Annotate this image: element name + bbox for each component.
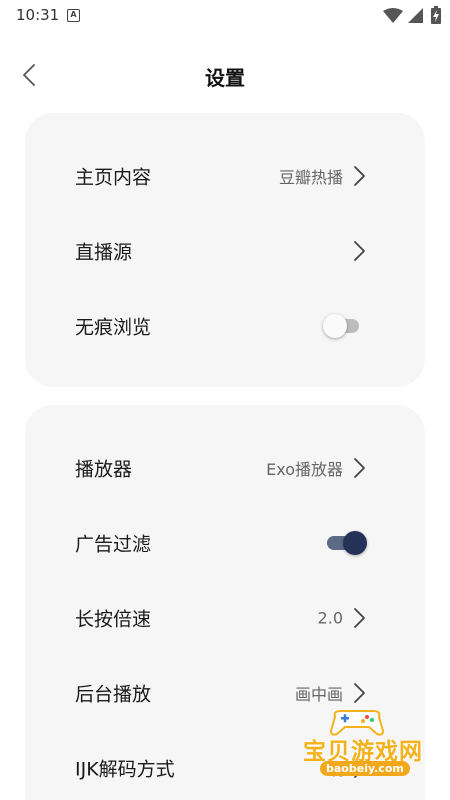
row-label: 播放器 — [75, 458, 133, 480]
status-bar: 10:31 A — [0, 0, 450, 32]
ad-filter-toggle[interactable] — [323, 529, 367, 557]
chevron-right-icon — [354, 607, 365, 628]
settings-card-general: 主页内容 豆瓣热播 直播源 无痕浏览 — [25, 113, 425, 387]
row-label: 后台播放 — [75, 683, 152, 705]
signal-icon — [408, 8, 423, 23]
toggle-knob — [323, 313, 347, 338]
row-value: 画中画 — [294, 684, 343, 704]
battery-charging-icon — [431, 6, 441, 24]
row-label: 长按倍速 — [75, 608, 152, 630]
row-long-press-speed[interactable]: 长按倍速 2.0 — [25, 580, 425, 655]
watermark: 宝贝游戏网 baobeiy.com — [303, 705, 425, 785]
notification-icon: A — [67, 9, 80, 22]
row-player[interactable]: 播放器 Exo播放器 — [25, 430, 425, 505]
row-live-source[interactable]: 直播源 — [25, 213, 425, 288]
row-label: 主页内容 — [75, 166, 152, 188]
wifi-icon — [383, 8, 403, 23]
row-value: 豆瓣热播 — [278, 167, 343, 187]
row-label: 广告过滤 — [75, 533, 152, 555]
chevron-right-icon — [354, 165, 365, 186]
page-title: 设置 — [205, 66, 245, 90]
chevron-right-icon — [354, 240, 365, 261]
chevron-right-icon — [354, 457, 365, 478]
row-home-content[interactable]: 主页内容 豆瓣热播 — [25, 138, 425, 213]
header: 设置 — [0, 50, 450, 100]
incognito-toggle[interactable] — [323, 312, 363, 340]
row-label: 直播源 — [75, 241, 133, 263]
row-incognito: 无痕浏览 — [25, 288, 425, 363]
row-value: Exo播放器 — [266, 459, 343, 479]
status-time: 10:31 — [16, 6, 60, 24]
chevron-right-icon — [354, 682, 365, 703]
toggle-knob — [343, 530, 367, 555]
row-value: 2.0 — [317, 608, 343, 627]
row-ad-filter: 广告过滤 — [25, 505, 425, 580]
row-label: IJK解码方式 — [75, 758, 175, 780]
watermark-url: baobeiy.com — [320, 761, 410, 776]
row-label: 无痕浏览 — [75, 316, 152, 338]
